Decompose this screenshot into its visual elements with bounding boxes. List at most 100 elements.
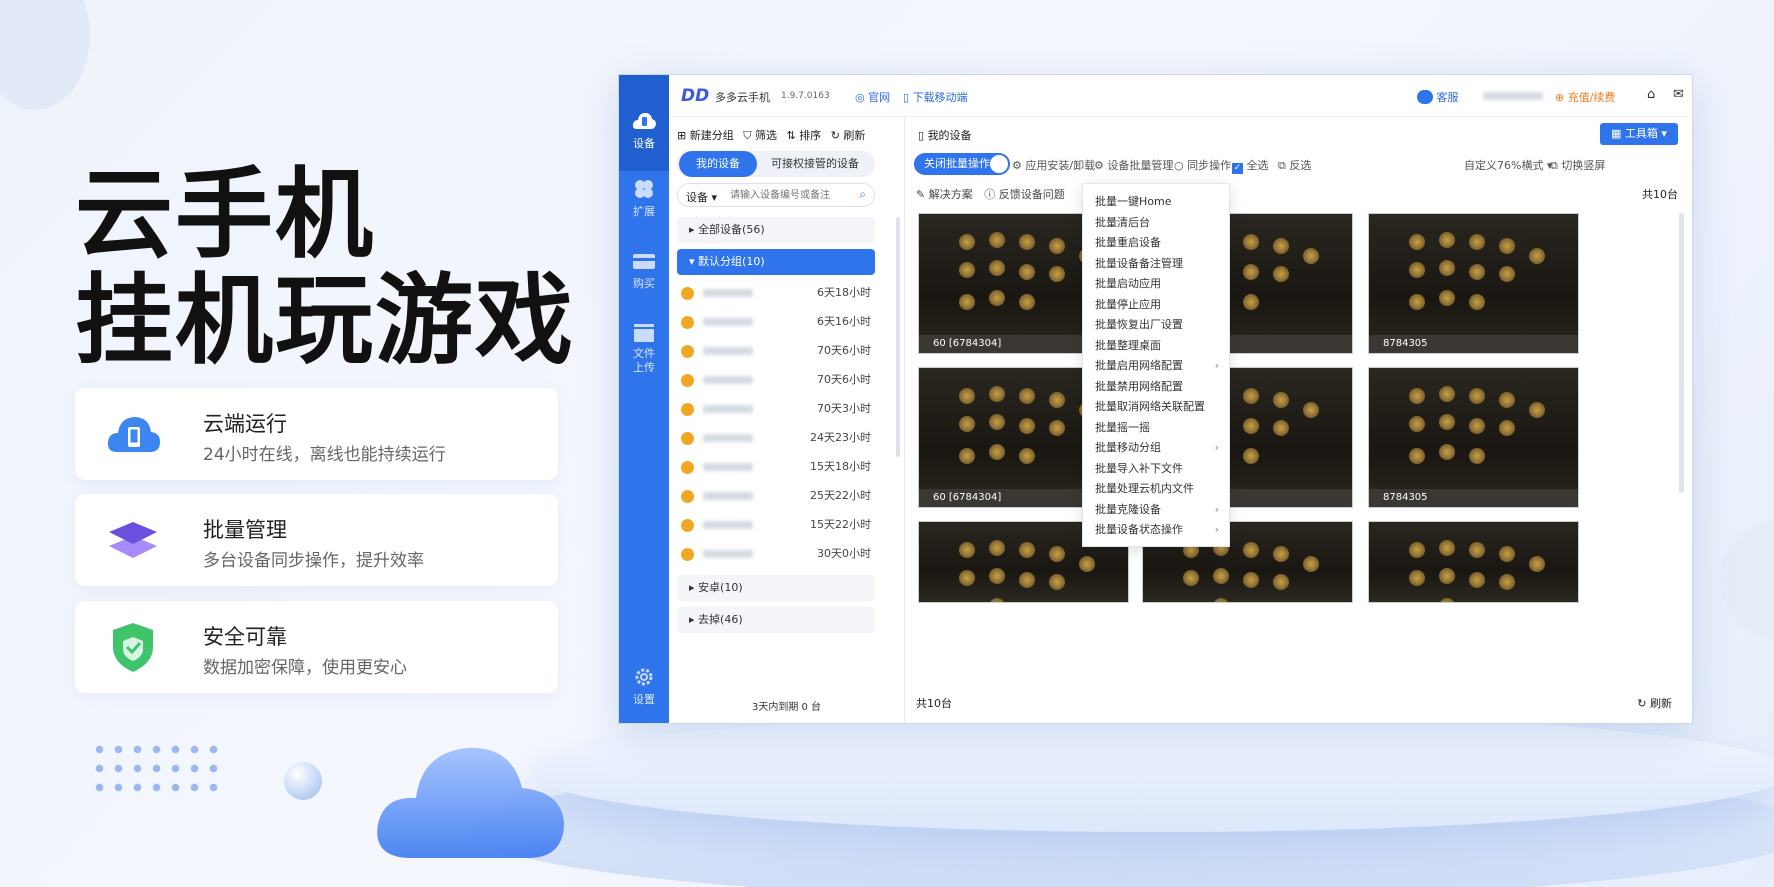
menu-item[interactable]: 批量一键Home [1083, 192, 1229, 212]
menu-item[interactable]: 批量设备状态操作 › [1083, 520, 1229, 540]
game-icon [1273, 238, 1289, 254]
scrollbar[interactable] [896, 217, 900, 457]
solutions-link[interactable]: ✎ 解决方案 [916, 188, 973, 201]
download-link[interactable]: ▯ 下载移动端 [903, 89, 968, 105]
refresh-button[interactable]: ↻ 刷新 [831, 129, 866, 142]
device-screen-thumbnail[interactable]: 8784305 [1368, 367, 1579, 508]
device-row[interactable]: 25天22小时 [677, 482, 875, 510]
search-input[interactable] [730, 187, 848, 203]
menu-item[interactable]: 批量取消网络关联配置 [1083, 397, 1229, 417]
search-type-select[interactable]: 设备 ▾ [686, 189, 717, 205]
device-name [703, 492, 753, 500]
site-link[interactable]: ◎ 官网 [855, 89, 890, 105]
coin-icon [681, 461, 694, 474]
filter-button[interactable]: ⛉ 筛选 [743, 129, 777, 142]
game-icon [1409, 570, 1425, 586]
game-icon [1303, 556, 1319, 572]
layout-select[interactable]: 自定义76%横式 ▾ [1464, 157, 1552, 173]
game-icon [1303, 402, 1319, 418]
batch-toggle[interactable]: 关闭批量操作 [914, 153, 1010, 175]
tab-authorized-devices[interactable]: 可接权接管的设备 [757, 151, 873, 177]
game-icon [1469, 234, 1485, 250]
gift-icon[interactable]: ⌂ [1647, 87, 1655, 102]
menu-item[interactable]: 批量处理云机内文件 [1083, 479, 1229, 499]
game-icon [1439, 290, 1455, 306]
feedback-link[interactable]: ⓘ 反馈设备问题 [984, 188, 1065, 201]
game-icon [989, 568, 1005, 584]
rail-item-extend[interactable]: 扩展 [619, 179, 669, 235]
device-row[interactable]: 24天23小时 [677, 424, 875, 452]
rail-item-devices[interactable]: 设备 [619, 75, 669, 171]
dot-pattern [90, 740, 220, 800]
group-all[interactable]: ▸ 全部设备(56) [677, 217, 875, 243]
device-row[interactable]: 6天18小时 [677, 279, 875, 307]
help-bar: ✎ 解决方案 ⓘ 反馈设备问题 [916, 186, 1065, 202]
game-icon [1409, 262, 1425, 278]
game-icon [1019, 448, 1035, 464]
game-icon [1243, 294, 1259, 310]
sidebar-toolbar: ⊞ 新建分组 ⛉ 筛选 ⇅ 排序 ↻ 刷新 [677, 127, 865, 143]
game-icon [1439, 232, 1455, 248]
menu-item[interactable]: 批量启动应用 [1083, 274, 1229, 294]
menu-item[interactable]: 批量移动分组 › [1083, 438, 1229, 458]
search-icon[interactable]: ⌕ [859, 187, 866, 202]
group-default[interactable]: ▾ 默认分组(10) [677, 249, 875, 275]
menu-item[interactable]: 批量停止应用 [1083, 295, 1229, 315]
device-row[interactable]: 30天0小时 [677, 540, 875, 568]
device-row[interactable]: 15天18小时 [677, 453, 875, 481]
menu-item[interactable]: 批量清后台 [1083, 213, 1229, 233]
game-icon [1183, 570, 1199, 586]
game-icon [989, 598, 1005, 602]
menu-item[interactable]: 批量克隆设备 › [1083, 500, 1229, 520]
device-row[interactable]: 70天6小时 [677, 366, 875, 394]
group-other[interactable]: ▸ 去掉(46) [677, 607, 875, 633]
new-group-button[interactable]: ⊞ 新建分组 [677, 129, 734, 142]
rail-item-settings[interactable]: 设置 [619, 667, 669, 717]
group-android[interactable]: ▸ 安卓(10) [677, 575, 875, 601]
select-all-checkbox[interactable]: ✓ 全选 [1232, 157, 1269, 174]
toolbox-button[interactable]: ▦ 工具箱 ▾ [1600, 123, 1678, 145]
sync-radio[interactable]: ○ 同步操作 [1174, 157, 1231, 173]
device-row[interactable]: 6天16小时 [677, 308, 875, 336]
refresh-bottom-button[interactable]: ↻ 刷新 [1637, 695, 1672, 711]
rail-item-upload[interactable]: 文件上传 [619, 323, 669, 383]
chevron-right-icon: › [1214, 441, 1219, 454]
invert-selection-button[interactable]: ⧉ 反选 [1278, 157, 1311, 173]
device-row[interactable]: 70天6小时 [677, 337, 875, 365]
device-screen-thumbnail[interactable]: 8784305 [1368, 213, 1579, 354]
menu-item[interactable]: 批量启用网络配置 › [1083, 356, 1229, 376]
game-icon [989, 260, 1005, 276]
menu-item[interactable]: 批量摇一摇 [1083, 418, 1229, 438]
sort-button[interactable]: ⇅ 排序 [786, 129, 821, 142]
menu-item[interactable]: 批量整理桌面 [1083, 336, 1229, 356]
menu-item[interactable]: 批量重启设备 [1083, 233, 1229, 253]
mail-icon[interactable]: ✉ [1673, 87, 1684, 102]
game-icon [1243, 234, 1259, 250]
batch-manage-button[interactable]: ⚙ 设备批量管理 [1094, 157, 1173, 173]
menu-item[interactable]: 批量恢复出厂设置 [1083, 315, 1229, 335]
game-icon [1529, 402, 1545, 418]
device-label: 8784305 [1369, 335, 1578, 353]
device-screen-thumbnail[interactable] [1368, 521, 1579, 603]
tab-my-devices[interactable]: 我的设备 [679, 151, 757, 177]
service-button[interactable]: 客服 [1417, 89, 1459, 105]
rail-item-buy[interactable]: 购买 [619, 251, 669, 307]
grid-scrollbar[interactable] [1679, 213, 1684, 493]
gear-icon [635, 668, 653, 686]
switch-screen-button[interactable]: ⧉ 切换竖屏 [1550, 157, 1605, 173]
recharge-button[interactable]: ⊕ 充值/续费 [1555, 89, 1615, 105]
menu-item[interactable]: 批量设备备注管理 [1083, 254, 1229, 274]
device-name [703, 347, 753, 355]
device-row[interactable]: 15天22小时 [677, 511, 875, 539]
menu-item[interactable]: 批量禁用网络配置 [1083, 377, 1229, 397]
toggle-knob [990, 155, 1008, 173]
game-icon [1019, 234, 1035, 250]
game-icon [1439, 598, 1455, 602]
game-icon [959, 416, 975, 432]
device-label: 8784305 [1369, 489, 1578, 507]
menu-item[interactable]: 批量导入补下文件 [1083, 459, 1229, 479]
game-icon [989, 414, 1005, 430]
install-button[interactable]: ⚙ 应用安装/卸载 [1012, 157, 1095, 173]
device-row[interactable]: 70天3小时 [677, 395, 875, 423]
game-icon [1499, 238, 1515, 254]
